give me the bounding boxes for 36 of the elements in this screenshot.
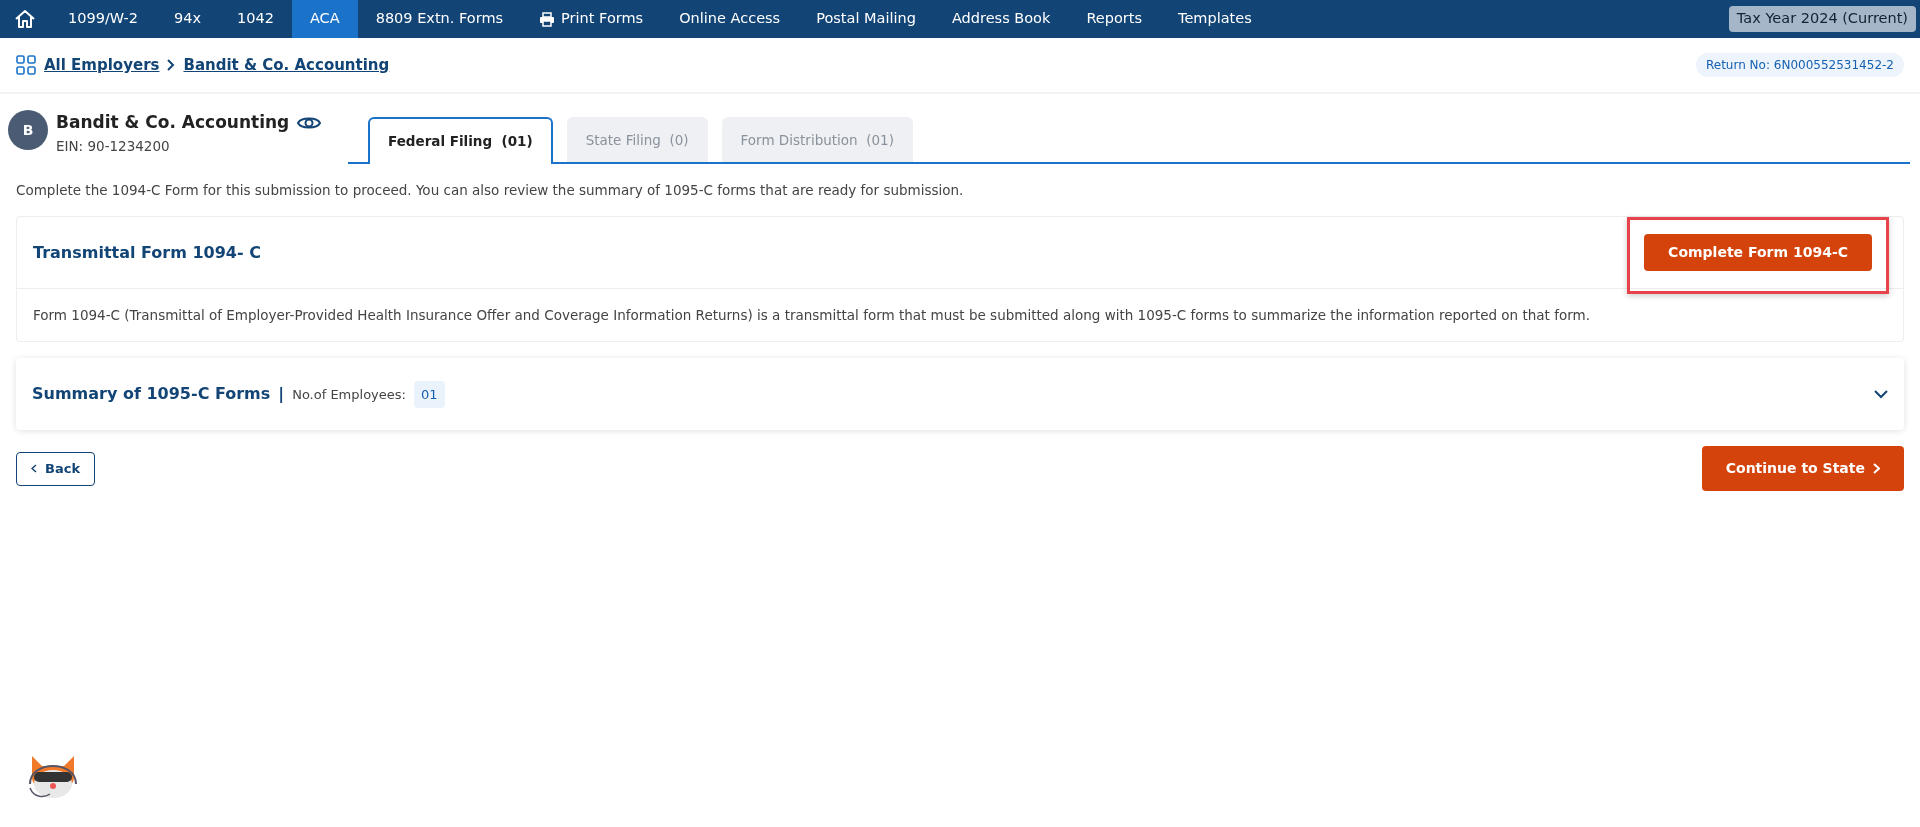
nav-tab[interactable]: 1099/W-2 — [50, 0, 156, 38]
nav-tab[interactable]: ACA — [291, 0, 358, 38]
complete-form-button[interactable]: Complete Form 1094-C — [1644, 234, 1872, 271]
separator: | — [278, 383, 285, 406]
employer-ein: EIN: 90-1234200 — [56, 136, 171, 156]
chevron-icon[interactable] — [1874, 389, 1888, 399]
nav-tab[interactable]: 8809 Extn. Forms — [357, 0, 522, 38]
back-button[interactable]: Back — [16, 452, 96, 486]
return-number: Return No: 6N000552531452-2 — [1696, 53, 1904, 77]
intro-text: Complete the 1094-C Form for this submission to proceed. You can also review the summary of 1095-C forms that are ready for submission. — [16, 180, 965, 200]
chevron-right-icon — [1873, 463, 1880, 475]
nav-tab[interactable]: Reports — [1068, 0, 1160, 38]
nav-tab[interactable]: 94x — [156, 0, 220, 38]
nav-tab[interactable]: Online Access — [661, 0, 799, 38]
nav-tab[interactable]: Print Forms — [521, 0, 662, 38]
grid-icon — [16, 55, 36, 75]
breadcrumb-link[interactable]: Bandit & Co. Accounting — [183, 53, 390, 77]
nav-tab[interactable]: Postal Mailing — [798, 0, 934, 38]
employee-count: 01 — [413, 380, 445, 408]
continue-button[interactable]: Continue to State — [1701, 446, 1904, 492]
form-description: Form 1094-C (Transmittal of Employer-Provided Health Insurance Offer and Coverage Information Returns) is a transmittal form that must be submitted along with 1095-C forms to summarize the information reported on that form. — [32, 306, 1591, 325]
nav-tab[interactable]: 1042 — [219, 0, 292, 38]
nav-tab[interactable]: Templates — [1160, 0, 1270, 38]
printer-icon — [539, 11, 556, 27]
nav-tab[interactable]: Address Book — [933, 0, 1069, 38]
employees-label: No.of Employees: — [292, 385, 406, 404]
tax-year-selector[interactable]: Tax Year 2024 (Current) — [1728, 6, 1916, 32]
card-title: Transmittal Form 1094- C — [33, 241, 261, 264]
chevron-right-icon — [167, 59, 176, 71]
filing-tab[interactable]: Federal Filing (01) — [368, 116, 553, 164]
chevron-left-icon — [31, 464, 37, 474]
employer-avatar: B — [8, 110, 48, 150]
employer-name: Bandit & Co. Accounting — [56, 111, 290, 134]
summary-title: Summary of 1095-C Forms — [32, 383, 271, 406]
summary-panel[interactable]: Summary of 1095-C Forms | No.of Employees: 01 — [16, 358, 1904, 431]
breadcrumb-link[interactable]: All Employers — [44, 53, 160, 77]
